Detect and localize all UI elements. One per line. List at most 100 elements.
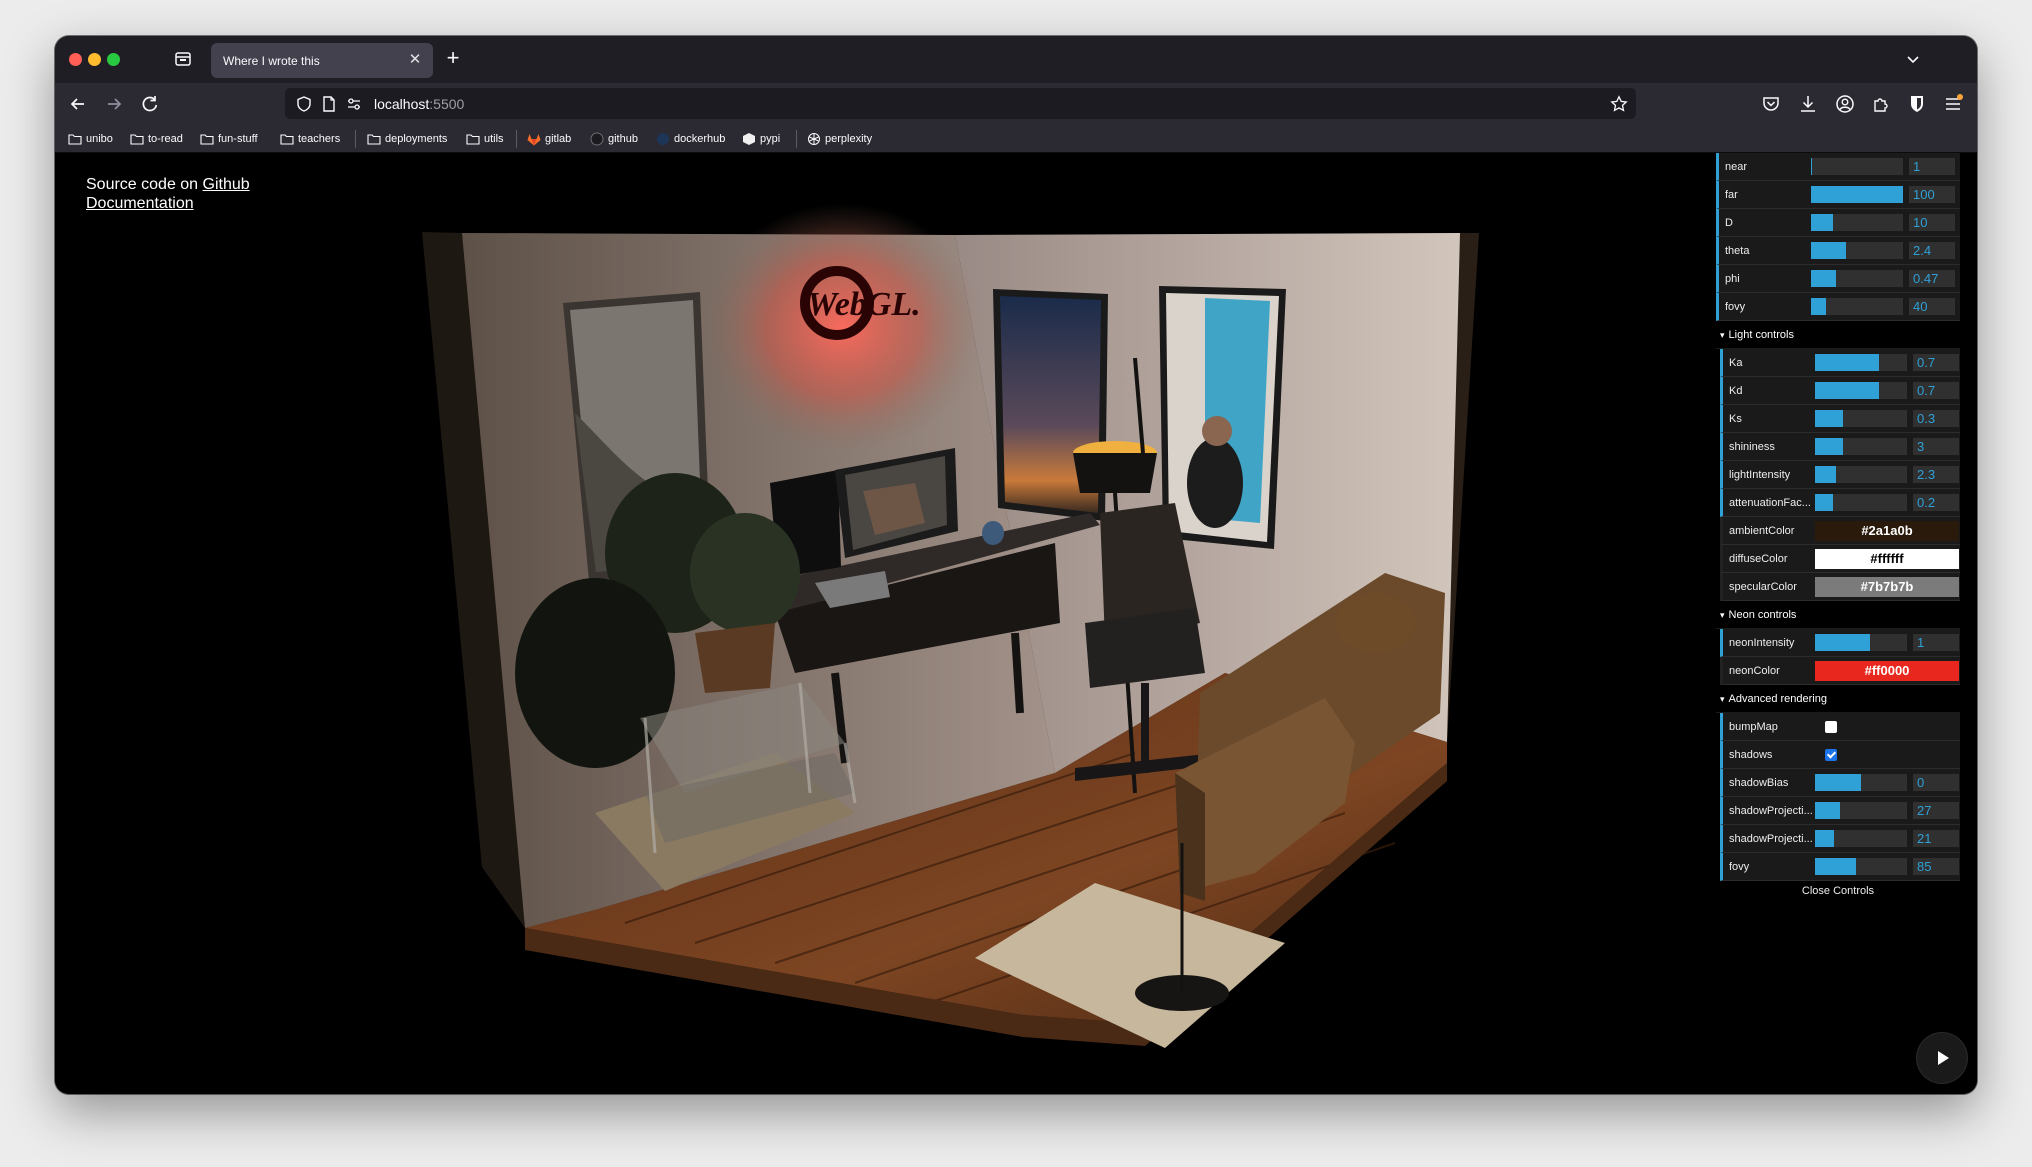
menu-icon[interactable]: [1942, 93, 1964, 115]
browser-window: Where I wrote this ✕ + localhost:5500 un…: [55, 36, 1977, 1094]
value-input[interactable]: 0.3: [1913, 410, 1959, 427]
bookmark-pypi[interactable]: pypi: [742, 131, 780, 147]
value-input[interactable]: 3: [1913, 438, 1959, 455]
back-arrow-icon[interactable]: [67, 93, 89, 115]
advanced-rendering-folder[interactable]: Advanced rendering: [1716, 685, 1960, 713]
value-input[interactable]: 100: [1909, 186, 1955, 203]
slider-fill: [1815, 494, 1834, 511]
advanced-controls: bumpMap shadows shadowBias 0 shadowProject…: [1716, 713, 1960, 881]
slider[interactable]: [1811, 158, 1903, 175]
value-input[interactable]: 2.3: [1913, 466, 1959, 483]
slider[interactable]: [1815, 438, 1907, 455]
folder-icon: [130, 134, 144, 145]
zoom-window-button[interactable]: [107, 53, 120, 66]
bookmark-folder-to-read[interactable]: to-read: [130, 131, 183, 147]
control-row-theta: theta 2.4: [1716, 237, 1960, 265]
forward-arrow-icon[interactable]: [103, 93, 125, 115]
minimize-window-button[interactable]: [88, 53, 101, 66]
value-input[interactable]: 27: [1913, 802, 1959, 819]
page-icon[interactable]: [320, 95, 338, 113]
control-label: theta: [1725, 245, 1750, 257]
pocket-icon[interactable]: [1760, 93, 1782, 115]
reload-icon[interactable]: [139, 93, 161, 115]
bitwarden-icon[interactable]: [1906, 93, 1928, 115]
value-input[interactable]: 0.7: [1913, 382, 1959, 399]
value-input[interactable]: 0.7: [1913, 354, 1959, 371]
bookmark-dockerhub[interactable]: dockerhub: [656, 131, 725, 147]
tab-active[interactable]: Where I wrote this ✕: [211, 43, 433, 78]
url-bar[interactable]: localhost:5500: [285, 88, 1636, 119]
github-link[interactable]: Github: [203, 176, 250, 193]
bookmark-star-icon[interactable]: [1610, 95, 1628, 113]
new-tab-button[interactable]: +: [442, 47, 464, 69]
bookmark-label: unibo: [86, 133, 113, 145]
slider[interactable]: [1811, 298, 1903, 315]
value-input[interactable]: 1: [1913, 634, 1959, 651]
permissions-icon[interactable]: [345, 95, 363, 113]
chevron-down-icon[interactable]: [1903, 49, 1923, 69]
value-input[interactable]: 0.2: [1913, 494, 1959, 511]
url-text[interactable]: localhost:5500: [374, 96, 464, 112]
slider[interactable]: [1815, 858, 1907, 875]
value-input[interactable]: 40: [1909, 298, 1955, 315]
close-tab-icon[interactable]: ✕: [407, 52, 423, 68]
slider[interactable]: [1811, 214, 1903, 231]
checkbox-bumpMap[interactable]: [1825, 721, 1837, 733]
slider[interactable]: [1815, 382, 1907, 399]
slider[interactable]: [1815, 830, 1907, 847]
bookmark-folder-unibo[interactable]: unibo: [68, 131, 113, 147]
extensions-icon[interactable]: [1870, 93, 1892, 115]
bookmark-separator: [796, 130, 797, 148]
color-swatch-neonColor[interactable]: #ff0000: [1815, 661, 1959, 681]
webgl-canvas[interactable]: WebGL.: [55, 153, 1977, 1094]
neon-controls-folder[interactable]: Neon controls: [1716, 601, 1960, 629]
account-icon[interactable]: [1834, 93, 1856, 115]
slider[interactable]: [1811, 186, 1903, 203]
play-button[interactable]: [1917, 1033, 1967, 1083]
slider[interactable]: [1815, 802, 1907, 819]
slider[interactable]: [1815, 354, 1907, 371]
control-row-shadows: shadows: [1720, 741, 1960, 769]
value-input[interactable]: 1: [1909, 158, 1955, 175]
value-input[interactable]: 21: [1913, 830, 1959, 847]
value-input[interactable]: 0: [1913, 774, 1959, 791]
slider[interactable]: [1815, 494, 1907, 511]
docker-icon: [657, 133, 669, 145]
control-label: lightIntensity: [1729, 469, 1791, 481]
light-controls-folder[interactable]: Light controls: [1716, 321, 1960, 349]
folder-icon: [280, 134, 294, 145]
slider[interactable]: [1815, 466, 1907, 483]
value-input[interactable]: 2.4: [1909, 242, 1955, 259]
color-swatch-specularColor[interactable]: #7b7b7b: [1815, 577, 1959, 597]
control-row-shininess: shininess 3: [1720, 433, 1960, 461]
download-icon[interactable]: [1797, 93, 1819, 115]
value-input[interactable]: 10: [1909, 214, 1955, 231]
value-input[interactable]: 85: [1913, 858, 1959, 875]
bookmark-perplexity[interactable]: perplexity: [807, 131, 872, 147]
bookmarks-toolbar: unibo to-read fun-stuff teachers deploym…: [55, 124, 1977, 153]
close-window-button[interactable]: [69, 53, 82, 66]
control-row-phi: phi 0.47: [1716, 265, 1960, 293]
bookmark-folder-fun-stuff[interactable]: fun-stuff: [200, 131, 258, 147]
slider[interactable]: [1815, 410, 1907, 427]
bookmark-folder-utils[interactable]: utils: [466, 131, 504, 147]
bookmark-folder-teachers[interactable]: teachers: [280, 131, 340, 147]
shield-icon[interactable]: [295, 95, 313, 113]
slider-neonIntensity[interactable]: [1815, 634, 1907, 651]
slider[interactable]: [1811, 270, 1903, 287]
documentation-link[interactable]: Documentation: [86, 195, 194, 212]
bookmark-gitlab[interactable]: gitlab: [527, 131, 571, 147]
bookmark-folder-deployments[interactable]: deployments: [367, 131, 447, 147]
bookmark-github[interactable]: github: [590, 131, 638, 147]
slider[interactable]: [1811, 242, 1903, 259]
color-swatch-diffuseColor[interactable]: #ffffff: [1815, 549, 1959, 569]
color-swatch-ambientColor[interactable]: #2a1a0b: [1815, 521, 1959, 541]
control-label: ambientColor: [1729, 525, 1795, 537]
tab-overview-icon[interactable]: [173, 49, 193, 69]
slider[interactable]: [1815, 774, 1907, 791]
control-row-far: far 100: [1716, 181, 1960, 209]
value-input[interactable]: 0.47: [1909, 270, 1955, 287]
close-controls-button[interactable]: Close Controls: [1716, 881, 1960, 901]
checkbox-shadows[interactable]: [1825, 749, 1837, 761]
bookmark-label: utils: [484, 133, 504, 145]
